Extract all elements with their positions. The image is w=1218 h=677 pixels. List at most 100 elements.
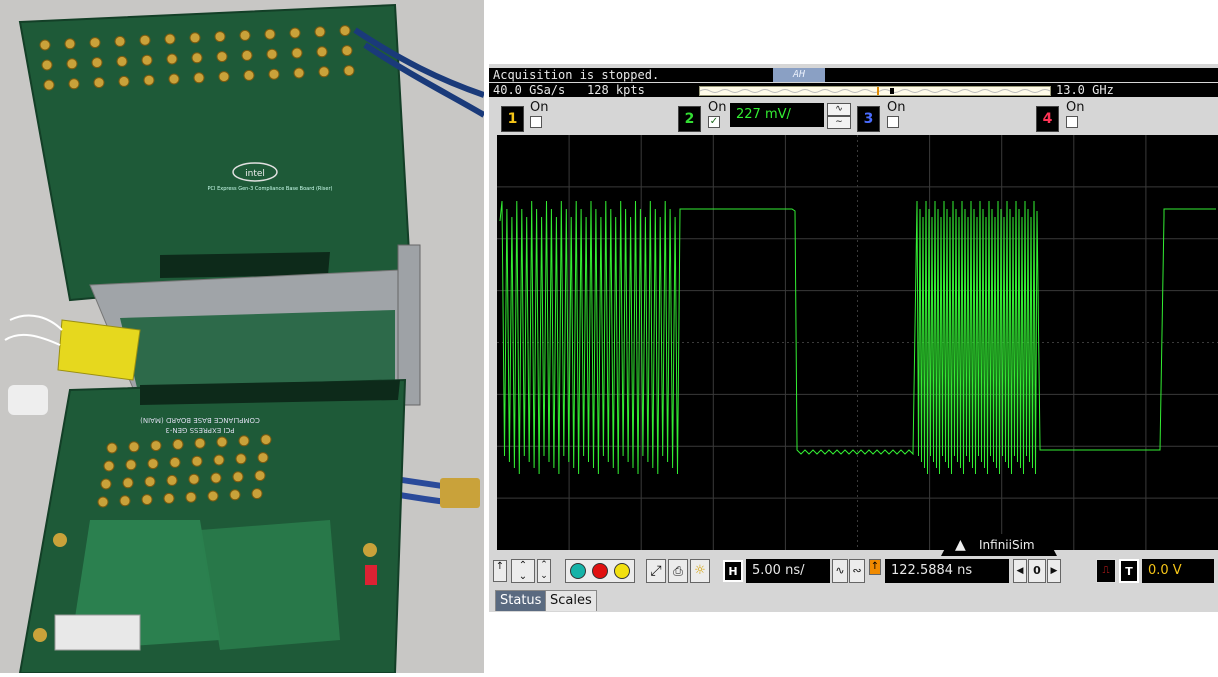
sma-connector <box>125 459 137 471</box>
sma-connector <box>293 67 305 79</box>
sma-connector <box>194 437 206 449</box>
channel-3-on-label: On <box>887 100 906 115</box>
memory-depth: 128 kpts <box>587 83 645 97</box>
delay-reference[interactable]: 0 <box>1028 559 1046 583</box>
sma-connector <box>141 494 153 506</box>
sma-connector <box>257 452 269 464</box>
tab-status[interactable]: Status <box>495 590 547 611</box>
riser-silkscreen: PCI Express Gen-3 Compliance Base Board … <box>208 186 333 192</box>
mount-hole <box>53 533 67 547</box>
brightness-icon[interactable]: ☼ <box>690 559 710 583</box>
print-icon[interactable]: ⎙ <box>668 559 688 583</box>
sma-connector <box>238 435 250 447</box>
channel-4-button[interactable]: 4 <box>1036 106 1059 132</box>
horizontal-button[interactable]: H <box>723 560 743 582</box>
channel-1-button[interactable]: 1 <box>501 106 524 132</box>
run-button[interactable] <box>570 563 586 579</box>
bottom-toolbar: ↑ ⌃ ⌄ ⌃ ⌄ ⤢ ⎙ ☼ H 5.00 ns/ ∿ ∾ ↑ 122.5884 … <box>489 556 1218 586</box>
scope-logo-badge: AH <box>773 68 825 82</box>
mount-hole <box>33 628 47 642</box>
oscilloscope-window: Acquisition is stopped. AH 40.0 GSa/s 12… <box>489 64 1218 612</box>
arrow-up-icon: ▲ <box>955 537 966 553</box>
infiniisim-label: InfiniiSim <box>979 538 1035 552</box>
test-fixture-photo: intel PCI Express Gen-3 Compliance Base … <box>0 0 484 673</box>
sma-connector <box>144 476 156 488</box>
sma-connector <box>268 68 280 80</box>
channel-2-scale-field[interactable]: 227 mV/ <box>730 103 824 127</box>
sma-connector <box>106 442 118 454</box>
single-button[interactable] <box>614 563 630 579</box>
sma-connector <box>235 453 247 465</box>
sma-connector <box>66 58 78 70</box>
trigger-mode-icon[interactable]: ⎍ <box>1096 559 1116 583</box>
reset-switch <box>365 565 377 585</box>
tab-scales[interactable]: Scales <box>545 590 597 611</box>
sma-connector <box>39 39 51 51</box>
sma-connector <box>232 471 244 483</box>
sma-connector <box>266 48 278 60</box>
sma-connector <box>341 45 353 57</box>
time-scale-up-icon[interactable]: ∾ <box>849 559 865 583</box>
trigger-level-field[interactable]: 0.0 V <box>1142 559 1214 583</box>
sma-connector <box>163 492 175 504</box>
bandwidth-readout: 13.0 GHz <box>1056 83 1114 97</box>
waveform-path <box>499 200 1216 475</box>
coupling-dc-icon[interactable]: ∼ <box>827 116 851 129</box>
sample-rate: 40.0 GSa/s <box>493 83 566 97</box>
intel-logo-text: intel <box>245 169 265 179</box>
sma-connector <box>185 491 197 503</box>
infiniisim-tab[interactable]: ▲ InfiniiSim <box>941 534 1057 556</box>
sma-connector <box>241 49 253 61</box>
sma-connector <box>64 38 76 50</box>
sma-connector <box>168 73 180 85</box>
sma-connector <box>128 441 140 453</box>
sma-connector <box>93 77 105 89</box>
time-scale-down-icon[interactable]: ∿ <box>832 559 848 583</box>
sma-connector <box>166 474 178 486</box>
sma-connector <box>251 488 263 500</box>
sma-connector <box>191 455 203 467</box>
sma-connector <box>169 456 181 468</box>
sma-connector <box>214 31 226 43</box>
sma-connector <box>343 65 355 77</box>
sma-connector <box>189 32 201 44</box>
trigger-button[interactable]: T <box>1119 559 1139 583</box>
sma-connector <box>216 51 228 63</box>
fine-stepper-icon[interactable]: ⌃ ⌄ <box>537 559 551 583</box>
sma-connector <box>291 47 303 59</box>
sma-connector <box>264 28 276 40</box>
channel-4-on-label: On <box>1066 100 1085 115</box>
sma-connector <box>216 436 228 448</box>
time-position-field[interactable]: 122.5884 ns <box>885 559 1009 583</box>
position-right-icon[interactable]: ▶ <box>1047 559 1061 583</box>
sma-connector <box>68 78 80 90</box>
channel-3-checkbox[interactable] <box>887 116 899 128</box>
sma-connector <box>188 473 200 485</box>
waveform-display[interactable] <box>497 135 1218 550</box>
channel-1-checkbox[interactable] <box>530 116 542 128</box>
sma-connector <box>91 57 103 69</box>
sma-connector <box>166 53 178 65</box>
channel-4-checkbox[interactable] <box>1066 116 1078 128</box>
zoom-stepper-icon[interactable]: ⌃ ⌄ <box>511 559 535 583</box>
scroll-up-icon[interactable]: ↑ <box>493 560 507 582</box>
sma-connector <box>139 34 151 46</box>
channel-2-checkbox[interactable]: ✓ <box>708 116 720 128</box>
sma-connector <box>103 460 115 472</box>
delay-marker-icon: ↑ <box>869 559 881 575</box>
sma-connector <box>97 496 109 508</box>
sma-connector <box>141 54 153 66</box>
stop-button[interactable] <box>592 563 608 579</box>
autoscale-icon[interactable]: ⤢ <box>646 559 666 583</box>
time-scale-field[interactable]: 5.00 ns/ <box>746 559 830 583</box>
sma-connector <box>193 72 205 84</box>
run-controls <box>565 559 635 583</box>
coupling-ac-icon[interactable]: ∿ <box>827 103 851 116</box>
main-silkscreen-2: COMPLIANCE BASE BOARD (MAIN) <box>140 416 260 424</box>
channel-2-button[interactable]: 2 <box>678 106 701 132</box>
sma-connector <box>41 59 53 71</box>
position-left-icon[interactable]: ◀ <box>1013 559 1027 583</box>
sma-connector <box>339 25 351 37</box>
channel-3-button[interactable]: 3 <box>857 106 880 132</box>
sma-connector <box>122 477 134 489</box>
